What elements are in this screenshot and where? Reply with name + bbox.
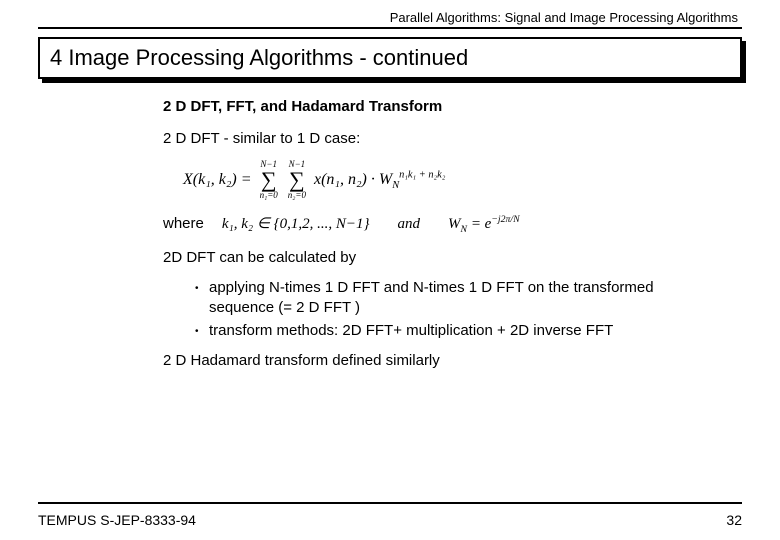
content-area: 2 D DFT, FFT, and Hadamard Transform 2 D… <box>38 97 742 371</box>
where-and: and <box>398 214 421 234</box>
where-clause: where k₁, k₂ ∈ {0,1,2, ..., N−1} and WN … <box>163 214 662 234</box>
calc-intro: 2D DFT can be calculated by <box>163 248 662 268</box>
intro-line: 2 D DFT - similar to 1 D case: <box>163 129 662 149</box>
title-box: 4 Image Processing Algorithms - continue… <box>38 37 742 79</box>
footer-rule <box>38 502 742 504</box>
section-heading: 2 D DFT, FFT, and Hadamard Transform <box>163 97 662 117</box>
method-list: applying N-times 1 D FFT and N-times 1 D… <box>195 278 662 341</box>
list-item: transform methods: 2D FFT+ multiplicatio… <box>195 321 662 341</box>
where-label: where <box>163 214 204 234</box>
where-set: k₁, k₂ ∈ {0,1,2, ..., N−1} <box>222 214 370 234</box>
slide-title: 4 Image Processing Algorithms - continue… <box>38 37 742 79</box>
where-wn: WN = e−j2π/N <box>448 214 520 234</box>
hadamard-line: 2 D Hadamard transform defined similarly <box>163 351 662 371</box>
dft-formula: X(k₁, k₂) = N−1 ∑ n₁=0 N−1 ∑ n₂=0 x(n₁, … <box>183 160 662 200</box>
formula-lhs: X(k₁, k₂) = <box>183 169 252 191</box>
formula-body: x(n₁, n₂) · WNn₁k₁ + n₂k₂ <box>314 169 445 191</box>
header-rule <box>38 27 742 29</box>
page-number: 32 <box>726 512 742 528</box>
running-header: Parallel Algorithms: Signal and Image Pr… <box>38 10 742 27</box>
sum-2: N−1 ∑ n₂=0 <box>288 160 306 200</box>
footer: TEMPUS S-JEP-8333-94 32 <box>38 512 742 528</box>
sum-1: N−1 ∑ n₁=0 <box>260 160 278 200</box>
footer-left: TEMPUS S-JEP-8333-94 <box>38 512 196 528</box>
list-item: applying N-times 1 D FFT and N-times 1 D… <box>195 278 662 319</box>
